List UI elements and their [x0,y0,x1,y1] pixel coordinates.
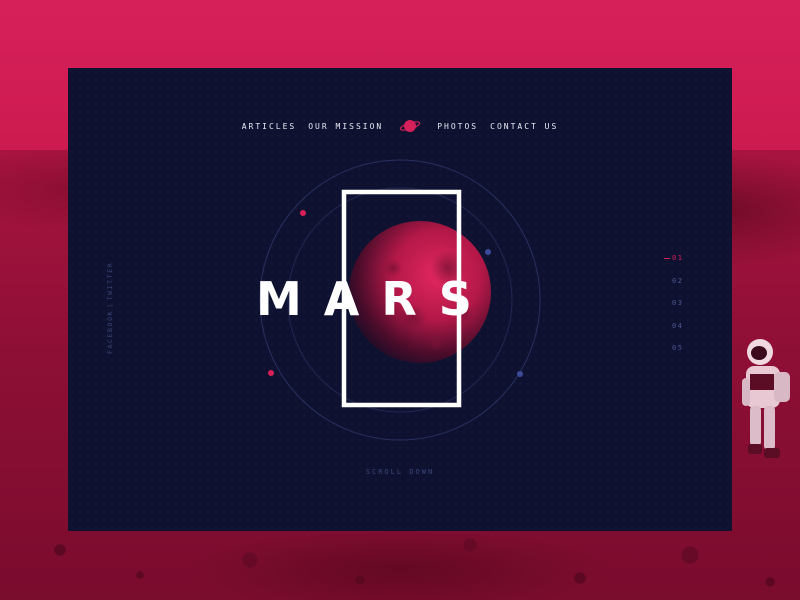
slide-pager: 01 02 03 04 05 [664,252,696,365]
astronaut-image [742,339,790,458]
main-nav: ARTICLES OUR MISSION PHOTOS CONTACT US [68,116,732,136]
pager-item-01[interactable]: 01 [664,252,696,275]
moon-dot-3 [268,370,274,376]
pager-item-03[interactable]: 03 [666,297,696,320]
social-link-twitter[interactable]: TWITTER [106,262,120,301]
pager-item-04[interactable]: 04 [666,320,696,343]
moon-dot-2 [485,249,491,255]
moon-dot-1 [300,210,306,216]
social-separator: | [106,302,114,308]
page-title: MARS [256,272,494,326]
background-rocks [0,520,800,600]
nav-link-our-mission[interactable]: OUR MISSION [308,122,383,131]
social-links: FACEBOOK | TWITTER [106,234,120,354]
moon-dot-4 [517,371,523,377]
nav-link-contact-us[interactable]: CONTACT US [490,122,558,131]
pager-item-02[interactable]: 02 [666,275,696,298]
social-link-facebook[interactable]: FACEBOOK [106,310,120,354]
hero-panel: ARTICLES OUR MISSION PHOTOS CONTACT US M… [68,68,732,531]
planet-icon[interactable] [399,117,421,135]
scroll-down-link[interactable]: SCROLL DOWN [68,468,732,482]
pager-item-05[interactable]: 05 [666,342,696,365]
nav-link-articles[interactable]: ARTICLES [242,122,297,131]
nav-link-photos[interactable]: PHOTOS [437,122,478,131]
